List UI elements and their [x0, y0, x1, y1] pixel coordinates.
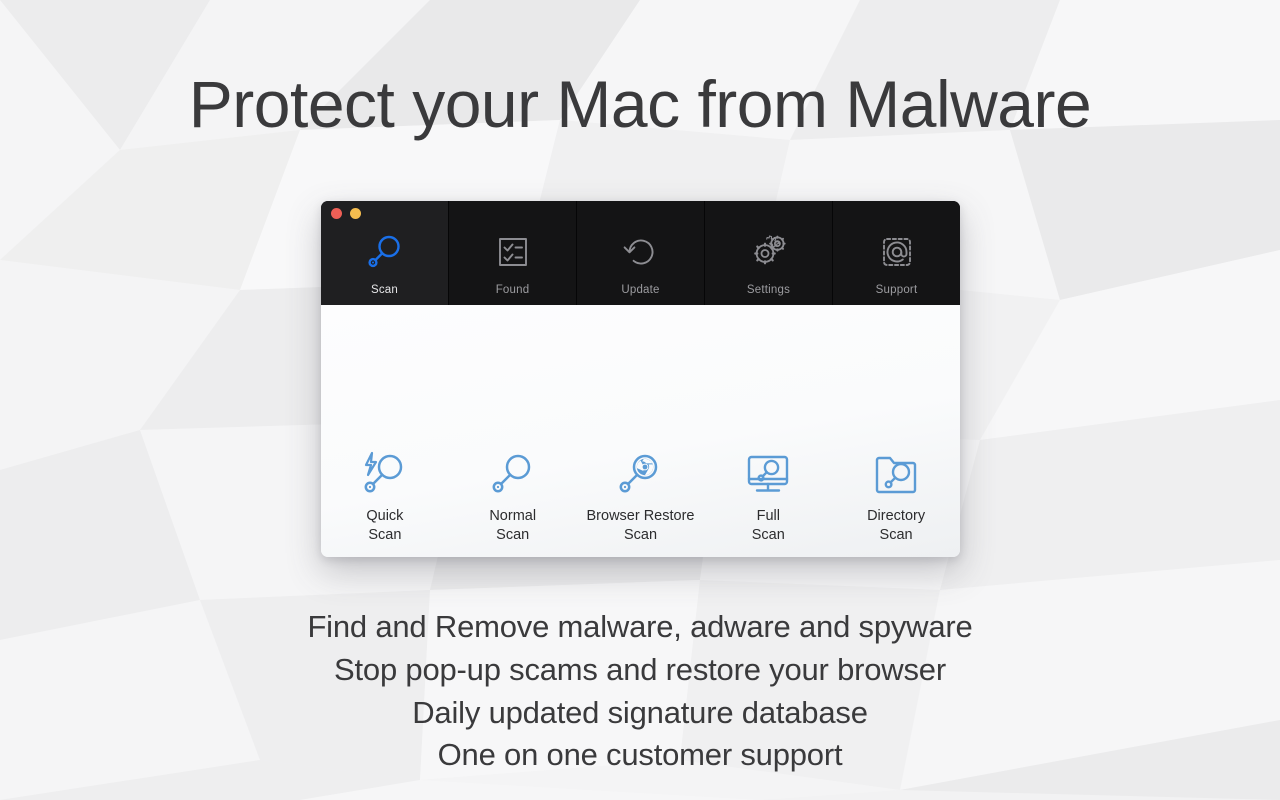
monitor-magnifier-icon: [740, 448, 796, 500]
scan-option-browser-restore-label: Browser Restore Scan: [586, 507, 695, 543]
scan-option-normal-label: Normal Scan: [489, 507, 537, 543]
gears-icon: [746, 229, 792, 275]
scan-option-quick[interactable]: Quick Scan: [321, 448, 449, 545]
checklist-icon: [490, 229, 536, 275]
app-window: Scan Found Update Settings Support Quick…: [321, 201, 960, 557]
tab-scan-label: Scan: [370, 284, 398, 296]
scan-option-full[interactable]: Full Scan: [704, 448, 832, 545]
folder-magnifier-icon: [868, 448, 924, 500]
scan-option-browser-restore[interactable]: Browser Restore Scan: [577, 448, 705, 545]
tagline-2: Stop pop-up scams and restore your brows…: [334, 651, 946, 687]
browser-magnifier-icon: [612, 448, 668, 500]
scan-option-directory-label: Directory Scan: [867, 507, 926, 543]
magnifier-icon: [362, 229, 408, 275]
tab-settings-label: Settings: [746, 284, 791, 296]
scan-option-quick-label: Quick Scan: [366, 507, 404, 543]
tab-settings[interactable]: Settings: [705, 201, 833, 305]
tab-support-label: Support: [875, 284, 918, 296]
tagline-1: Find and Remove malware, adware and spyw…: [307, 609, 973, 644]
tagline-3: Daily updated signature database: [412, 694, 868, 730]
bolt-magnifier-icon: [357, 448, 413, 500]
page-title: Protect your Mac from Malware: [188, 67, 1092, 141]
at-sign-icon: [874, 229, 920, 275]
window-content: Quick Scan Normal Scan Browser Restore S…: [321, 305, 960, 557]
scan-options-row: Quick Scan Normal Scan Browser Restore S…: [321, 448, 960, 545]
tab-update-label: Update: [621, 284, 660, 296]
tab-found-label: Found: [495, 284, 530, 296]
feature-taglines: Find and Remove malware, adware and spyw…: [0, 606, 1280, 777]
tagline-4: One on one customer support: [437, 737, 843, 773]
tab-update[interactable]: Update: [577, 201, 705, 305]
close-button[interactable]: [331, 208, 342, 219]
scan-option-directory[interactable]: Directory Scan: [832, 448, 960, 545]
tab-support[interactable]: Support: [833, 201, 960, 305]
minimize-button[interactable]: [350, 208, 361, 219]
tab-found[interactable]: Found: [449, 201, 577, 305]
window-toolbar: Scan Found Update Settings Support: [321, 201, 960, 305]
scan-option-full-label: Full Scan: [751, 507, 785, 543]
scan-option-normal[interactable]: Normal Scan: [449, 448, 577, 545]
traffic-lights: [331, 208, 361, 219]
refresh-icon: [618, 229, 664, 275]
magnifier-icon: [485, 448, 541, 500]
